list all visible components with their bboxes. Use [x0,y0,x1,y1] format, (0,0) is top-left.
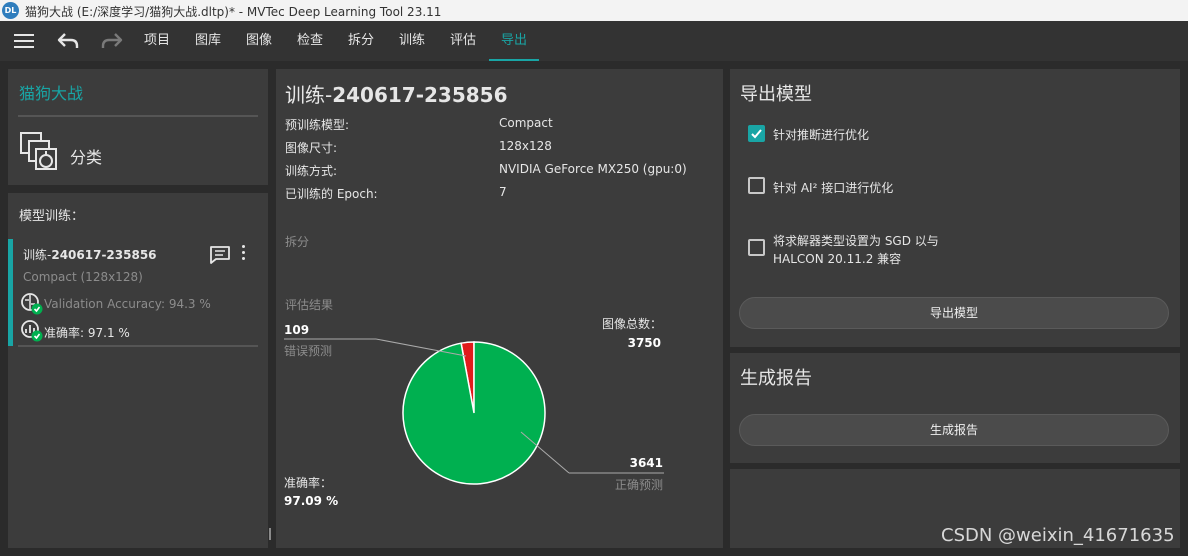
training-list-item[interactable]: 训练-240617-235856 Compact (128x128) Valid… [8,239,268,347]
app-logo-icon: DL [2,2,19,19]
watermark: CSDN @weixin_41671635 [941,525,1175,546]
accuracy-label: 准确率： [284,475,332,490]
optimize-ai2-label[interactable]: 针对 AI² 接口进行优化 [773,179,893,196]
divider [18,345,258,347]
menu-item-gallery[interactable]: 图库 [195,21,221,61]
training-detail-panel: 训练-240617-235856 预训练模型: Compact 图像尺寸: 12… [276,69,723,548]
menu-item-export[interactable]: 导出 [488,21,540,61]
check-icon [751,129,762,139]
pie-slice-correct [402,341,546,485]
training-accuracy: 准确率: 97.1 % [44,326,130,340]
redo-icon[interactable] [100,30,124,52]
sgd-compatibility-label-line1[interactable]: 将求解器类型设置为 SGD 以与 [773,232,939,249]
correct-prediction-label: 正确预测 [615,478,663,492]
undo-icon[interactable] [56,30,80,52]
evaluation-section-label: 评估结果 [285,298,334,312]
brain-check-icon [21,293,43,315]
window-title: 猫狗大战 (E:/深度学习/猫狗大战.dltp)* - MVTec Deep L… [25,5,442,19]
hamburger-menu-icon[interactable] [14,34,34,49]
detail-value: Compact [499,116,553,130]
export-model-panel: 导出模型 针对推断进行优化 针对 AI² 接口进行优化 将求解器类型设置为 SG… [730,69,1180,347]
accuracy-value: 97.09 % [284,494,338,508]
optimize-inference-checkbox[interactable] [748,125,765,142]
page-title: 训练-240617-235856 [285,83,508,107]
sgd-compatibility-label-line2[interactable]: HALCON 20.11.2 兼容 [773,250,901,267]
generate-report-button[interactable]: 生成报告 [739,414,1169,446]
divider [18,115,258,117]
menu-item-image[interactable]: 图像 [246,21,272,61]
project-name[interactable]: 猫狗大战 [19,80,83,104]
training-list-header: 模型训练： [19,209,85,224]
detail-value: NVIDIA GeForce MX250 (gpu:0) [499,162,687,176]
training-item-model: Compact (128x128) [23,270,143,284]
total-images-value: 3750 [628,336,661,350]
classification-icon [20,132,57,170]
detail-label: 预训练模型: [285,118,350,132]
optimize-ai2-checkbox[interactable] [748,177,765,194]
detail-label: 已训练的 Epoch: [285,187,378,201]
evaluation-pie-chart: 109 错误预测 图像总数： 3750 3641 正确预测 准确率： 97.09… [284,316,664,508]
sgd-compatibility-checkbox[interactable] [748,239,765,256]
training-list-panel: 模型训练： 训练-240617-235856 Compact (128x128)… [8,193,268,548]
menu-item-evaluate[interactable]: 评估 [450,21,476,61]
export-panel-title: 导出模型 [740,84,812,105]
training-item-name: 训练-240617-235856 [23,248,157,262]
splitter-handle[interactable] [269,528,271,540]
more-options-icon[interactable] [242,245,246,261]
total-images-label: 图像总数： [602,316,662,331]
menu-item-train[interactable]: 训练 [399,21,425,61]
validation-accuracy: Validation Accuracy: 94.3 % [44,297,211,311]
optimize-inference-label[interactable]: 针对推断进行优化 [773,126,869,143]
detail-label: 训练方式: [285,164,338,178]
wrong-count-label: 109 [284,323,309,337]
detail-value: 128x128 [499,139,552,153]
menu-item-split[interactable]: 拆分 [348,21,374,61]
menu-item-project[interactable]: 项目 [144,21,170,61]
selection-indicator [8,239,13,346]
correct-count-label: 3641 [630,456,663,470]
report-panel-title: 生成报告 [740,368,812,389]
task-type-label: 分类 [70,148,103,167]
split-section-label: 拆分 [285,235,310,249]
window-titlebar: DL 猫狗大战 (E:/深度学习/猫狗大战.dltp)* - MVTec Dee… [0,0,1188,21]
menu-item-inspect[interactable]: 检查 [297,21,323,61]
wrong-prediction-label: 错误预测 [284,344,332,358]
detail-value: 7 [499,185,507,199]
accuracy-gauge-icon [21,320,43,342]
comment-icon[interactable] [209,245,231,265]
report-panel: 生成报告 生成报告 [730,353,1180,463]
menu-bar: 项目 图库 图像 检查 拆分 训练 评估 导出 [0,21,1188,61]
export-model-button[interactable]: 导出模型 [739,297,1169,329]
detail-label: 图像尺寸: [285,141,338,155]
project-panel: 猫狗大战 分类 [8,69,268,185]
